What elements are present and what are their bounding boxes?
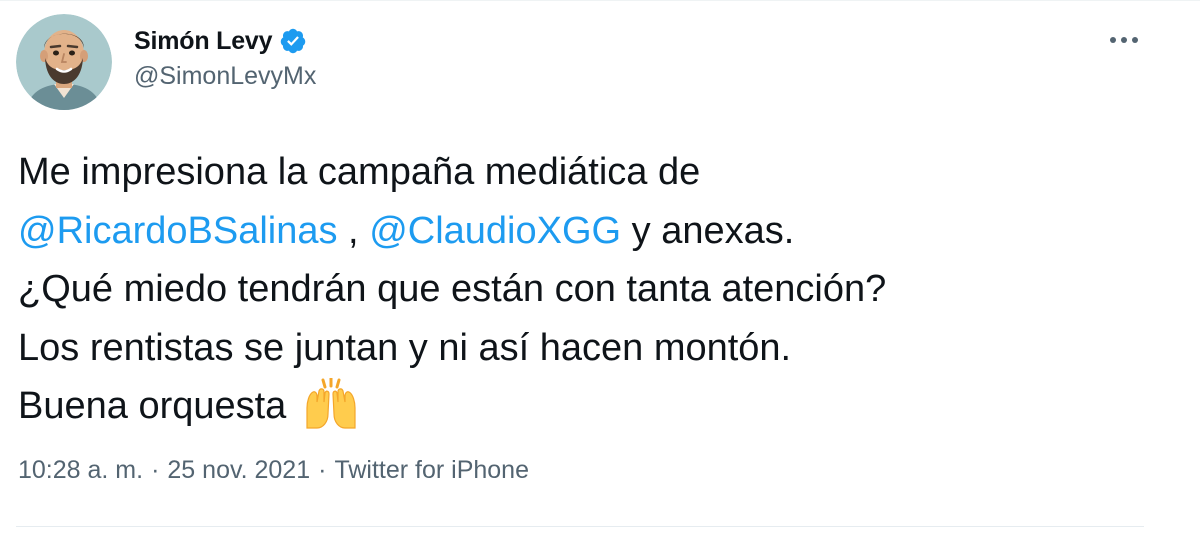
tweet-text-segment: Me impresiona la campaña mediática de [18,151,701,193]
tweet-source-link[interactable]: Twitter for iPhone [334,456,529,485]
tweet-time-link[interactable]: 10:28 a. m. [18,456,143,485]
tweet-line: Buena orquesta [18,376,1178,436]
verified-badge-icon [279,27,307,55]
tweet-text-segment: , [337,209,370,252]
tweet-line: Los rentistas se juntan y ni así hacen m… [18,319,1178,378]
tweet-line: Me impresiona la campaña mediática de [18,143,1178,202]
tweet-date-link[interactable]: 25 nov. 2021 [167,456,310,485]
tweet-card: Simón Levy @SimonLevyMx Me impresiona la… [0,0,1200,545]
tweet-text-segment: Buena orquesta [18,385,287,427]
tweet-line: ¿Qué miedo tendrán que están con tanta a… [18,260,1178,319]
author-display-name[interactable]: Simón Levy [134,27,273,56]
divider [16,526,1144,527]
meta-separator: · [318,456,327,484]
avatar[interactable] [16,14,112,110]
more-options-icon [1110,37,1138,43]
author-handle[interactable]: @SimonLevyMx [134,62,316,91]
tweet-line: @RicardoBSalinas , @ClaudioXGG y anexas. [18,202,1178,261]
tweet-text: Me impresiona la campaña mediática de @R… [18,143,1178,436]
tweet-text-segment: y anexas. [621,209,795,252]
raising-hands-emoji-icon [301,376,361,430]
mention-claudioxgg-link[interactable]: @ClaudioXGG [369,210,621,252]
mention-ricardobsalinas-link[interactable]: @RicardoBSalinas [18,210,338,252]
more-options-button[interactable] [1100,22,1148,58]
author-name-row: Simón Levy [134,24,307,58]
meta-separator: · [151,456,160,484]
tweet-text-segment: ¿Qué miedo tendrán que están con tanta a… [18,268,887,310]
tweet-metadata: 10:28 a. m. · 25 nov. 2021 · Twitter for… [18,456,529,485]
tweet-text-segment: Los rentistas se juntan y ni así hacen m… [18,326,792,369]
avatar-illustration [16,14,112,110]
